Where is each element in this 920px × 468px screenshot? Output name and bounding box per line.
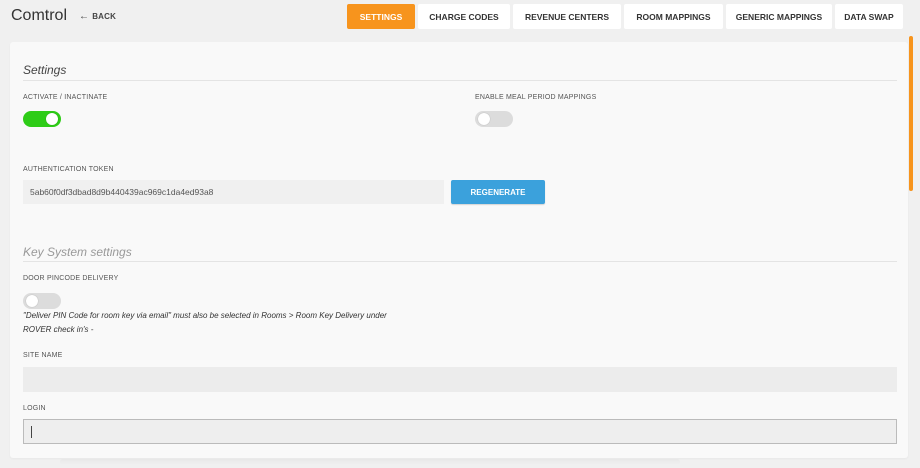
tab-settings[interactable]: SETTINGS: [347, 4, 415, 29]
regenerate-button[interactable]: REGENERATE: [451, 180, 545, 204]
tab-room-mappings[interactable]: ROOM MAPPINGS: [624, 4, 723, 29]
tab-generic-mappings[interactable]: GENERIC MAPPINGS: [726, 4, 832, 29]
divider: [23, 80, 897, 81]
meal-period-label: ENABLE MEAL PERIOD MAPPINGS: [475, 94, 597, 101]
back-button[interactable]: ← BACK: [79, 10, 117, 22]
divider: [23, 261, 897, 262]
toggle-knob: [46, 113, 58, 125]
card-shadow: [60, 459, 680, 465]
door-pincode-toggle[interactable]: [23, 293, 61, 309]
tab-data-swap[interactable]: DATA SWAP: [835, 4, 903, 29]
tab-charge-codes[interactable]: CHARGE CODES: [418, 4, 510, 29]
login-input[interactable]: [23, 419, 897, 444]
pincode-note-line1: "Deliver PIN Code for room key via email…: [23, 311, 387, 320]
site-name-input[interactable]: [23, 367, 897, 392]
key-system-section-title: Key System settings: [23, 245, 132, 259]
auth-token-field[interactable]: 5ab60f0df3dbad8d9b440439ac969c1da4ed93a8: [23, 180, 444, 204]
tab-revenue-centers[interactable]: REVENUE CENTERS: [513, 4, 621, 29]
text-caret: [31, 426, 32, 438]
meal-period-toggle[interactable]: [475, 111, 513, 127]
scrollbar-thumb[interactable]: [909, 36, 913, 191]
back-label: BACK: [92, 12, 117, 21]
toggle-knob: [26, 295, 38, 307]
settings-card: [10, 42, 908, 458]
auth-token-label: AUTHENTICATION TOKEN: [23, 166, 114, 173]
app-title: Comtrol: [11, 7, 68, 24]
settings-section-title: Settings: [23, 63, 67, 77]
activate-toggle[interactable]: [23, 111, 61, 127]
door-pincode-label: DOOR PINCODE DELIVERY: [23, 275, 119, 282]
pincode-note-line2: ROVER check in's -: [23, 325, 94, 334]
arrow-left-icon: ←: [79, 10, 90, 22]
top-bar: Comtrol ← BACK SETTINGS CHARGE CODES REV…: [0, 0, 920, 36]
login-label: LOGIN: [23, 405, 46, 412]
activate-label: ACTIVATE / INACTINATE: [23, 94, 108, 101]
site-name-label: SITE NAME: [23, 352, 63, 359]
toggle-knob: [478, 113, 490, 125]
